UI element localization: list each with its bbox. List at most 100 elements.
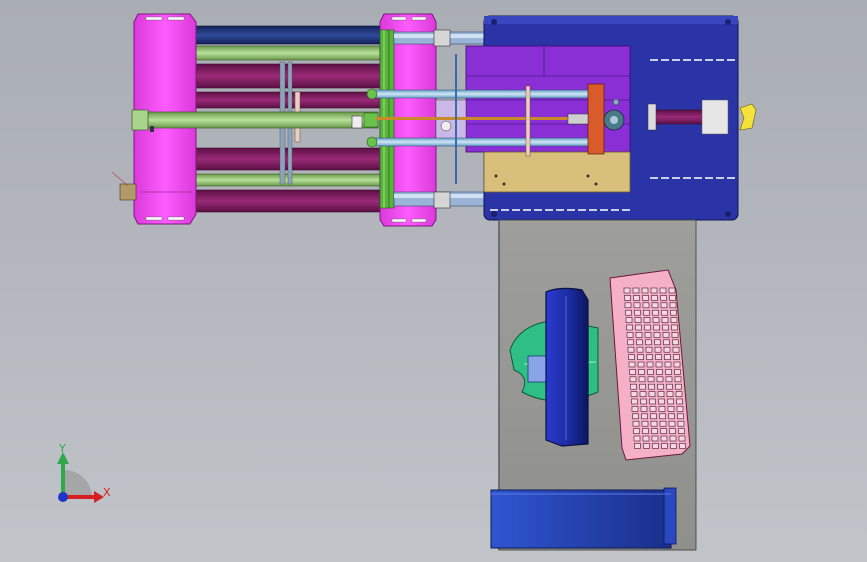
keyboard-key bbox=[670, 317, 678, 323]
tan-mount-plate bbox=[483, 151, 631, 193]
keyboard-key bbox=[642, 302, 650, 309]
keyboard-key bbox=[625, 309, 632, 316]
keyboard-key bbox=[663, 339, 670, 346]
keyboard-key bbox=[649, 406, 657, 412]
coordinate-triad: Y X bbox=[57, 442, 111, 503]
keyboard-key bbox=[643, 309, 650, 316]
z-axis-dot-icon bbox=[58, 492, 68, 502]
keyboard-key bbox=[659, 413, 666, 420]
keyboard-key bbox=[671, 332, 679, 338]
keyboard-key bbox=[637, 361, 645, 368]
cad-3d-viewport[interactable]: Y X bbox=[0, 0, 867, 562]
keyboard-key bbox=[660, 302, 668, 309]
computer-tower[interactable] bbox=[490, 487, 677, 549]
keyboard-key bbox=[669, 302, 677, 309]
keyboard-key bbox=[637, 354, 644, 360]
keyboard-key bbox=[664, 354, 671, 360]
keyboard-key bbox=[677, 420, 685, 427]
y-axis-label: Y bbox=[58, 442, 66, 455]
keyboard-key bbox=[669, 428, 676, 434]
keyboard-key bbox=[667, 406, 675, 412]
keyboard-key bbox=[650, 413, 657, 420]
keyboard-key bbox=[630, 391, 638, 397]
keyboard-key bbox=[652, 317, 660, 323]
keyboard-key bbox=[677, 413, 684, 420]
keyboard-key bbox=[666, 391, 674, 397]
keyboard-key bbox=[663, 346, 671, 353]
keyboard-key bbox=[666, 383, 673, 390]
rod-maroon-4 bbox=[189, 189, 386, 213]
keyboard-key bbox=[649, 398, 656, 405]
keyboard-key bbox=[633, 435, 641, 442]
keyboard-key bbox=[635, 332, 643, 338]
keyboard-key bbox=[657, 391, 665, 397]
keyboard-key bbox=[632, 413, 639, 420]
rod-navy-top bbox=[189, 25, 386, 45]
keyboard-key bbox=[628, 354, 635, 360]
keyboard-key bbox=[646, 354, 653, 360]
keyboard-key bbox=[676, 406, 684, 412]
keyboard-key bbox=[641, 287, 649, 294]
keyboard-key bbox=[676, 398, 683, 405]
keyboard-key bbox=[658, 398, 665, 405]
keyboard-key bbox=[675, 383, 682, 390]
purple-panel bbox=[465, 45, 631, 153]
keyboard-key bbox=[629, 376, 637, 383]
keyboard-key bbox=[675, 391, 683, 397]
keyboard-key bbox=[625, 317, 633, 323]
keyboard-key bbox=[631, 406, 639, 412]
keyboard-key bbox=[632, 287, 640, 294]
keyboard-key bbox=[655, 354, 662, 360]
keyboard-key bbox=[673, 354, 680, 360]
keyboard-key bbox=[650, 287, 658, 294]
keyboard-key bbox=[634, 317, 642, 323]
keyboard-key bbox=[654, 346, 662, 353]
keyboard-key bbox=[662, 332, 670, 338]
keyboard-key bbox=[647, 376, 655, 383]
keyboard-key bbox=[644, 324, 651, 331]
rail-green-top bbox=[189, 45, 386, 61]
keyboard-key bbox=[635, 324, 642, 331]
keyboard-key bbox=[642, 428, 649, 434]
keyboard-key bbox=[651, 302, 659, 309]
keyboard-key bbox=[657, 383, 664, 390]
keyboard-key bbox=[642, 435, 650, 442]
keyboard-key bbox=[627, 346, 635, 353]
keyboard-key bbox=[655, 361, 663, 368]
keyboard-key bbox=[634, 443, 641, 449]
keyboard-key bbox=[645, 346, 653, 353]
keyboard-key bbox=[673, 361, 681, 368]
keyboard-key bbox=[639, 383, 646, 390]
keyboard-key bbox=[662, 324, 669, 331]
keyboard-key bbox=[678, 428, 685, 434]
keyboard-key bbox=[643, 317, 651, 323]
keyboard-key bbox=[660, 428, 667, 434]
keyboard-key bbox=[669, 295, 676, 301]
keyboard-key bbox=[669, 435, 677, 442]
keyboard-key bbox=[642, 295, 649, 301]
keyboard-key bbox=[670, 309, 677, 316]
keyboard-key bbox=[651, 428, 658, 434]
keyboard-key bbox=[646, 361, 654, 368]
keyboard-key bbox=[665, 376, 673, 383]
keyboard-key bbox=[652, 443, 659, 449]
keyboard-key bbox=[633, 295, 640, 301]
keyboard-key bbox=[624, 295, 631, 301]
keyboard-key bbox=[643, 443, 650, 449]
keyboard-key bbox=[647, 369, 654, 375]
rod-maroon-1 bbox=[189, 63, 386, 89]
keyboard-key bbox=[626, 332, 634, 338]
keyboard-key bbox=[636, 339, 643, 346]
keyboard-key bbox=[628, 361, 636, 368]
keyboard-key bbox=[630, 383, 637, 390]
main-shaft bbox=[147, 111, 379, 129]
keyboard-key bbox=[633, 428, 640, 434]
keyboard-key bbox=[661, 443, 668, 449]
rod-maroon-3 bbox=[189, 147, 386, 171]
keyboard-key bbox=[659, 287, 667, 294]
keyboard-key bbox=[668, 413, 675, 420]
keyboard-key bbox=[656, 376, 664, 383]
keyboard-key bbox=[665, 369, 672, 375]
keyboard-key bbox=[636, 346, 644, 353]
keyboard-key bbox=[640, 398, 647, 405]
